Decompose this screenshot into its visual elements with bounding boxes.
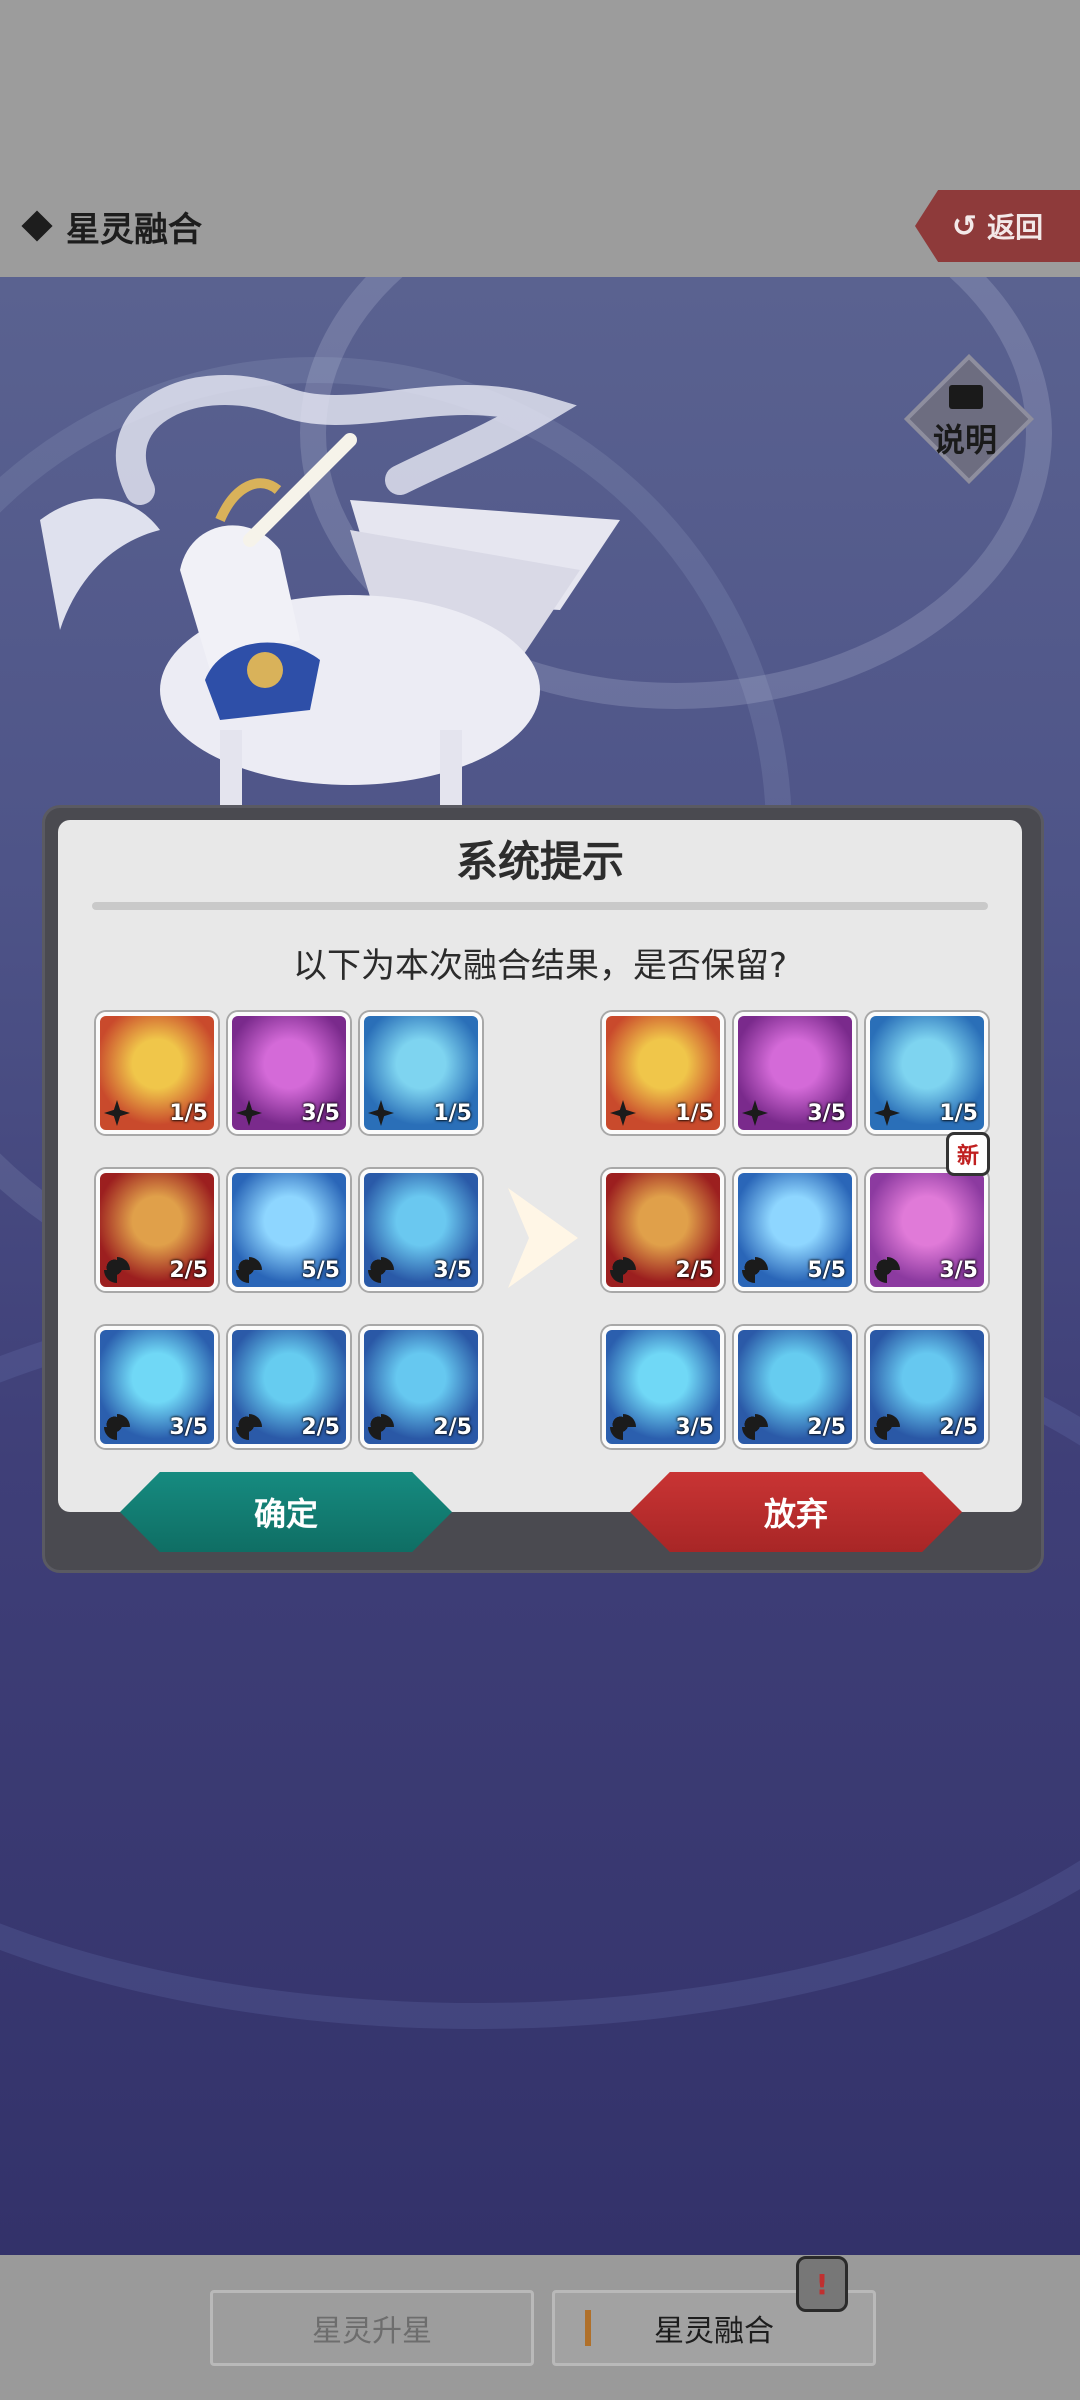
tab-spirit-fusion-label: 星灵融合 (654, 2314, 774, 2349)
skill-level: 3/5 (675, 1415, 714, 1440)
skill-level: 3/5 (807, 1101, 846, 1126)
skill-level: 3/5 (301, 1101, 340, 1126)
pegasus-character-art (40, 375, 620, 810)
swirl-type-icon (368, 1257, 394, 1283)
before-skill-1[interactable]: 1/5 (96, 1012, 218, 1134)
swirl-type-icon (742, 1414, 768, 1440)
return-arrow-icon: ↺ (951, 208, 978, 244)
skill-level: 2/5 (433, 1415, 472, 1440)
before-skill-5[interactable]: 5/5 (228, 1169, 350, 1291)
skill-level: 3/5 (939, 1258, 978, 1283)
after-skill-1[interactable]: 1/5 (602, 1012, 724, 1134)
swirl-type-icon (236, 1414, 262, 1440)
after-skill-6[interactable]: 3/5 (866, 1169, 988, 1291)
back-button-label: 返回 (987, 211, 1044, 244)
after-skill-7[interactable]: 3/5 (602, 1326, 724, 1448)
before-skill-9[interactable]: 2/5 (360, 1326, 482, 1448)
before-skill-2[interactable]: 3/5 (228, 1012, 350, 1134)
skill-level: 2/5 (301, 1415, 340, 1440)
swirl-type-icon (610, 1257, 636, 1283)
help-label: 说明 (932, 421, 997, 459)
before-skill-8[interactable]: 2/5 (228, 1326, 350, 1448)
after-skill-5[interactable]: 5/5 (734, 1169, 856, 1291)
tab-star-upgrade[interactable]: 星灵升星 (210, 2290, 534, 2366)
swirl-type-icon (368, 1414, 394, 1440)
swirl-type-icon (236, 1257, 262, 1283)
page-title: 星灵融合 (20, 198, 202, 254)
skill-level: 2/5 (807, 1415, 846, 1440)
swirl-type-icon (610, 1414, 636, 1440)
new-badge: 新 (946, 1132, 990, 1176)
diamond-icon (21, 210, 53, 242)
title-divider (92, 902, 988, 910)
back-button[interactable]: ↺ 返回 (915, 190, 1080, 262)
skill-level: 2/5 (675, 1258, 714, 1283)
tab-star-upgrade-label: 星灵升星 (312, 2314, 432, 2349)
alert-icon[interactable]: ! (796, 2256, 848, 2312)
after-skill-3[interactable]: 1/5 (866, 1012, 988, 1134)
before-skill-4[interactable]: 2/5 (96, 1169, 218, 1291)
before-skill-7[interactable]: 3/5 (96, 1326, 218, 1448)
skill-level: 2/5 (169, 1258, 208, 1283)
skill-level: 1/5 (433, 1101, 472, 1126)
dialog-title: 系统提示 (455, 837, 624, 886)
after-skill-8[interactable]: 2/5 (734, 1326, 856, 1448)
help-button[interactable]: 说明 (903, 353, 1035, 485)
swirl-type-icon (104, 1257, 130, 1283)
after-skill-2[interactable]: 3/5 (734, 1012, 856, 1134)
skill-level: 5/5 (301, 1258, 340, 1283)
swirl-type-icon (742, 1257, 768, 1283)
skill-level: 3/5 (433, 1258, 472, 1283)
after-skill-4[interactable]: 2/5 (602, 1169, 724, 1291)
skill-level: 1/5 (939, 1101, 978, 1126)
active-indicator (585, 2310, 591, 2346)
skill-level: 1/5 (675, 1101, 714, 1126)
skill-level: 2/5 (939, 1415, 978, 1440)
skill-level: 1/5 (169, 1101, 208, 1126)
skill-level: 3/5 (169, 1415, 208, 1440)
confirm-button[interactable]: 确定 (120, 1472, 452, 1552)
bottom-bar (0, 2255, 1080, 2400)
swirl-type-icon (874, 1257, 900, 1283)
abandon-button[interactable]: 放弃 (630, 1472, 962, 1552)
dialog-message: 以下为本次融合结果，是否保留? (292, 946, 788, 986)
before-skill-6[interactable]: 3/5 (360, 1169, 482, 1291)
swirl-type-icon (874, 1414, 900, 1440)
before-skill-3[interactable]: 1/5 (360, 1012, 482, 1134)
swirl-type-icon (104, 1414, 130, 1440)
skill-level: 5/5 (807, 1258, 846, 1283)
speech-bubble-icon (949, 385, 983, 409)
page-title-text: 星灵融合 (66, 209, 202, 250)
after-skill-9[interactable]: 2/5 (866, 1326, 988, 1448)
